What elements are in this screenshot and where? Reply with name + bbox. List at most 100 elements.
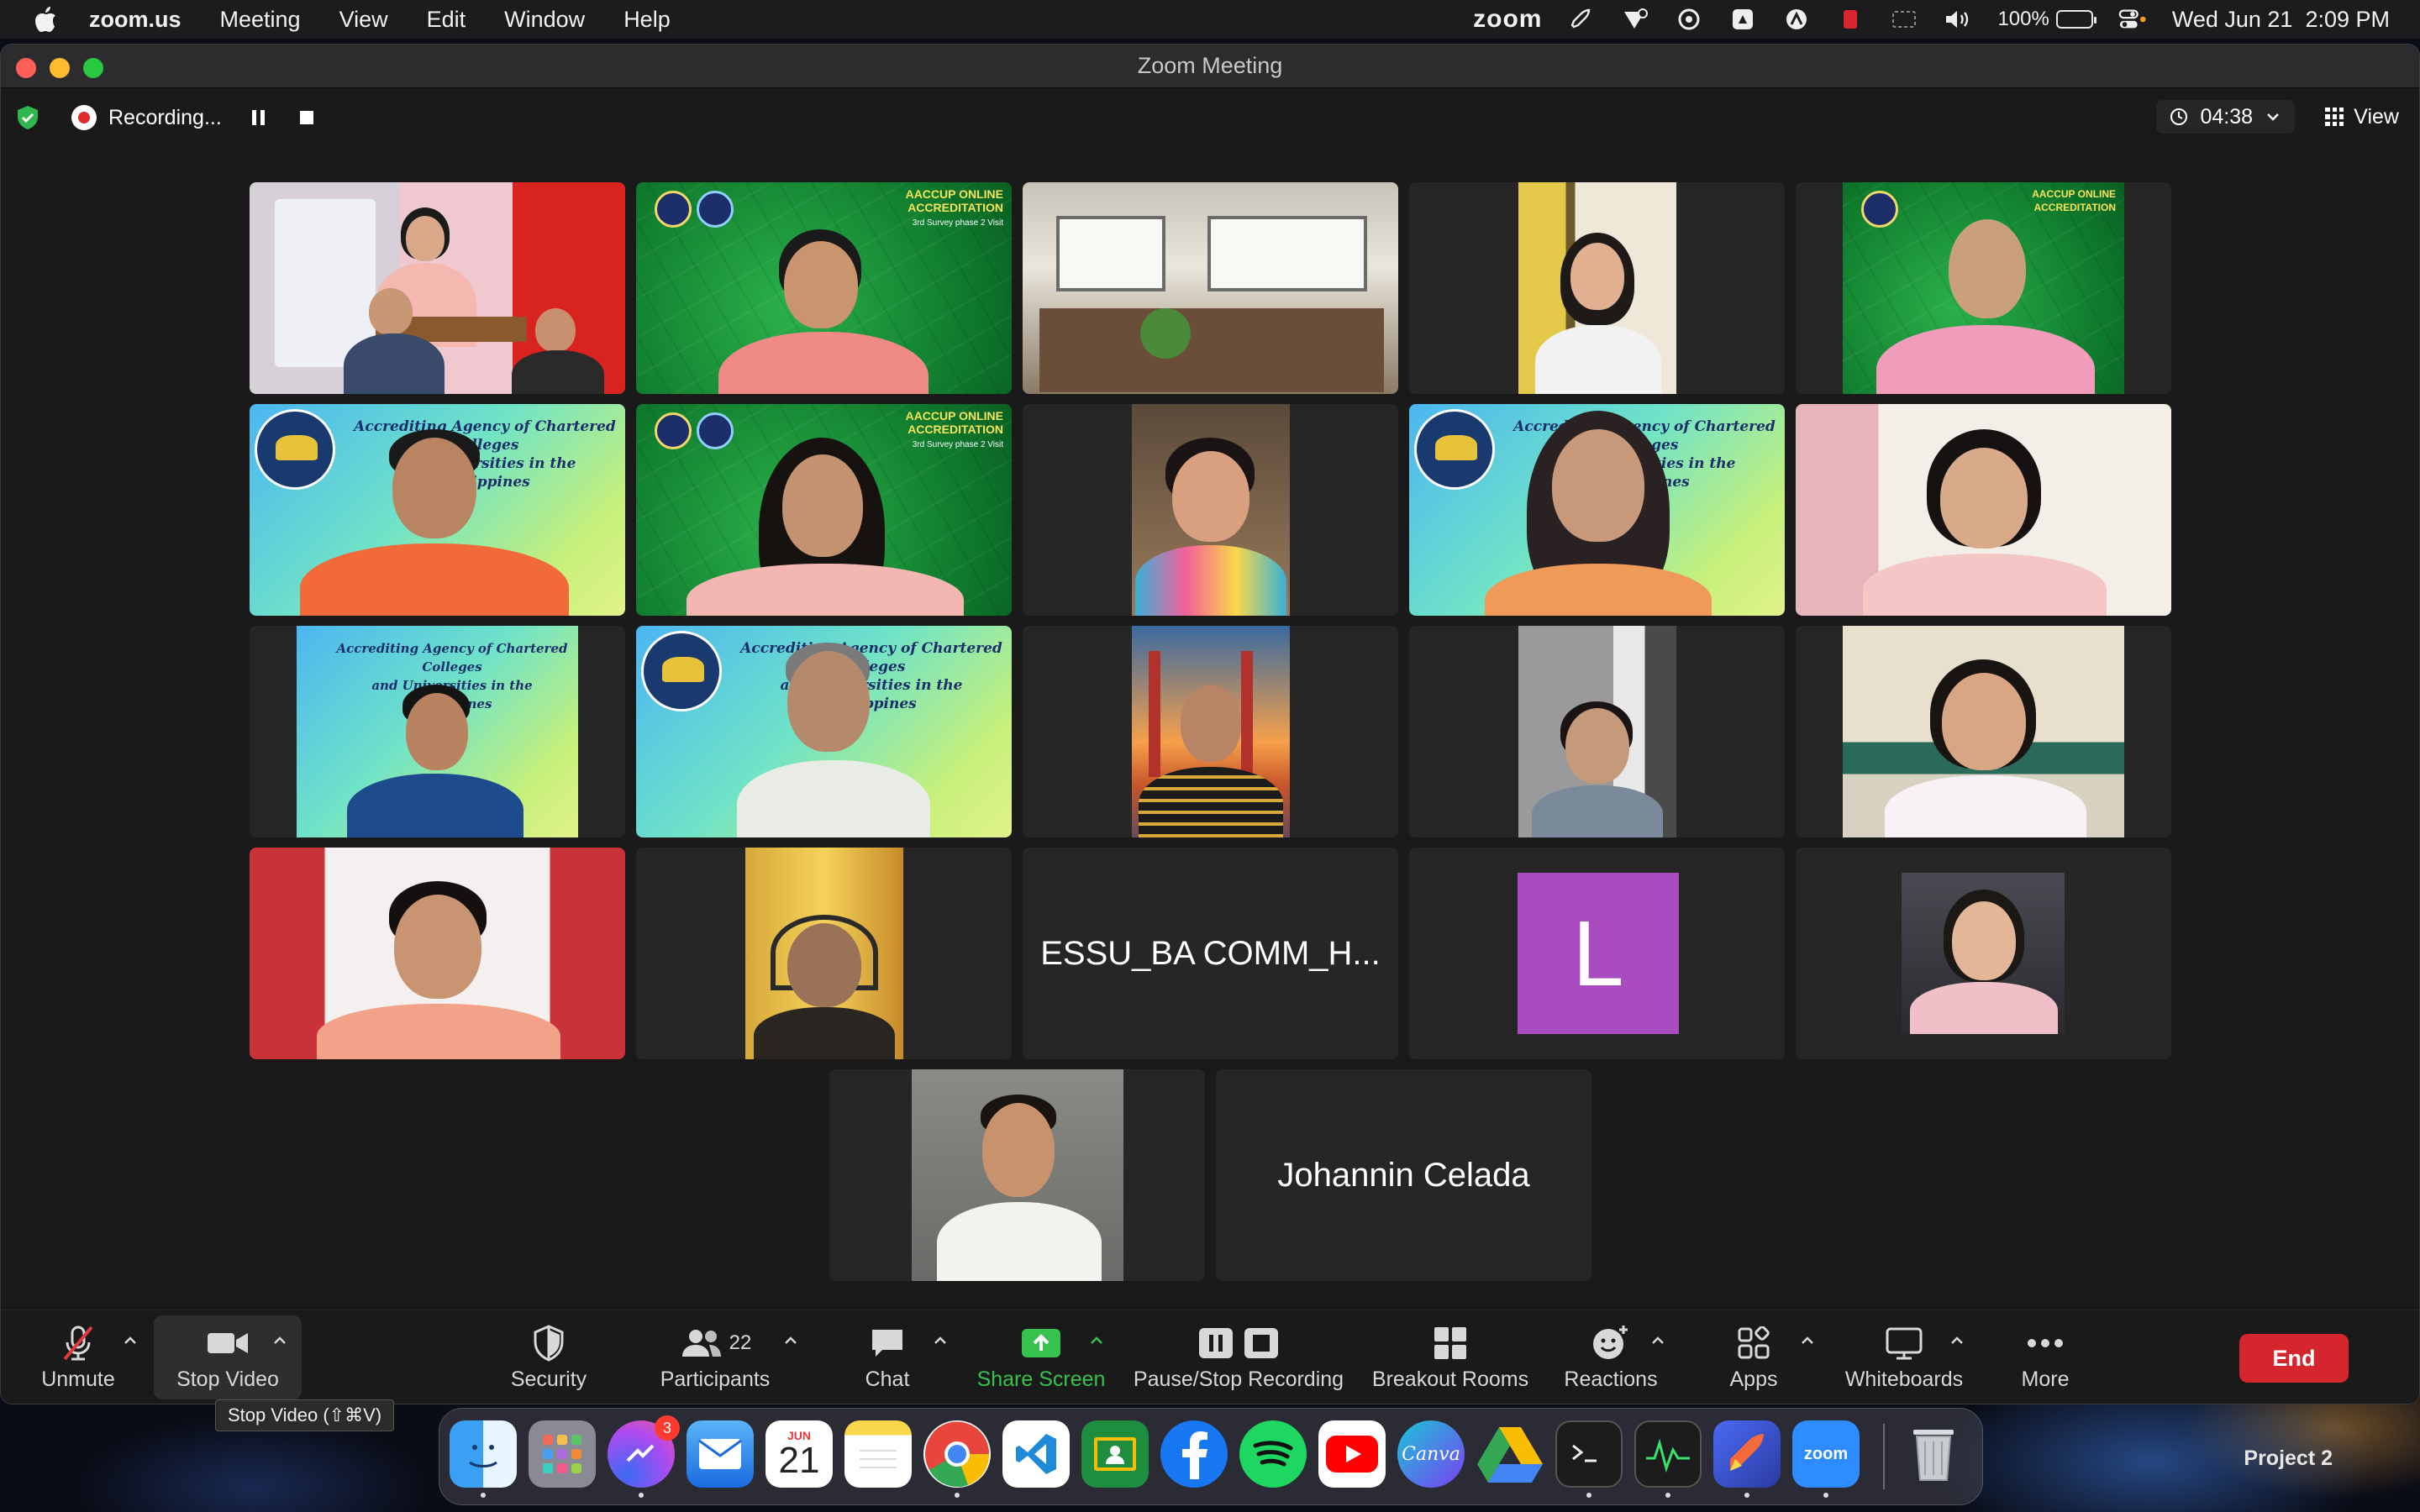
finder-icon[interactable]	[450, 1420, 517, 1488]
banner-text: Accrediting Agency of Chartered Colleges…	[740, 640, 1002, 712]
messenger-badge: 3	[655, 1415, 680, 1441]
drive-status-icon[interactable]	[1728, 7, 1757, 32]
person-body	[1885, 775, 2086, 837]
participant-tile[interactable]	[1023, 626, 1398, 837]
meeting-timer[interactable]: 04:38	[2156, 100, 2295, 134]
person-head	[1942, 673, 2026, 770]
participant-tile[interactable]	[829, 1069, 1205, 1281]
apps-options-chevron-icon[interactable]	[1799, 1332, 1816, 1349]
menu-edit[interactable]: Edit	[427, 7, 466, 33]
participant-tile[interactable]	[1796, 404, 2171, 616]
view-button[interactable]: View	[2325, 100, 2399, 134]
participant-tile[interactable]: Accrediting Agency of Chartered Colleges…	[1409, 404, 1785, 616]
mail-icon[interactable]	[687, 1420, 754, 1488]
audio-options-chevron-icon[interactable]	[122, 1332, 139, 1349]
participant-tile[interactable]	[1023, 182, 1398, 394]
apps-icon	[1737, 1324, 1770, 1362]
participant-tile[interactable]	[1796, 626, 2171, 837]
security-button[interactable]: Security	[498, 1310, 599, 1404]
share-screen-button[interactable]: Share Screen	[972, 1310, 1110, 1404]
more-button[interactable]: More	[2009, 1310, 2081, 1404]
participant-tile[interactable]	[1409, 182, 1785, 394]
fullscreen-window-button[interactable]	[83, 58, 103, 78]
running-indicator	[481, 1493, 486, 1498]
participant-tile[interactable]: Accrediting Agency of Chartered Colleges…	[636, 626, 1012, 837]
reactions-options-chevron-icon[interactable]	[1649, 1332, 1666, 1349]
vpn-status-icon[interactable]	[1621, 7, 1649, 32]
facebook-icon[interactable]	[1160, 1420, 1228, 1488]
participant-tile[interactable]	[1409, 626, 1785, 837]
google-classroom-icon[interactable]	[1081, 1420, 1149, 1488]
activity-monitor-icon[interactable]	[1634, 1420, 1702, 1488]
battery-icon	[2055, 10, 2096, 29]
chat-options-chevron-icon[interactable]	[932, 1332, 949, 1349]
breakout-rooms-button[interactable]: Breakout Rooms	[1370, 1310, 1530, 1404]
spotify-icon[interactable]	[1239, 1420, 1307, 1488]
launchpad-icon[interactable]	[529, 1420, 596, 1488]
terminal-icon[interactable]	[1555, 1420, 1623, 1488]
volume-icon[interactable]	[1944, 7, 1972, 32]
participants-options-chevron-icon[interactable]	[782, 1332, 799, 1349]
whiteboards-button[interactable]: Whiteboards	[1839, 1310, 1969, 1404]
menu-app-name[interactable]: zoom.us	[89, 7, 182, 33]
battery-app-icon[interactable]	[1836, 7, 1865, 32]
unmute-button[interactable]: Unmute	[34, 1310, 122, 1404]
share-options-chevron-icon[interactable]	[1088, 1332, 1105, 1349]
battery-indicator[interactable]: 100%	[1997, 8, 2096, 31]
vscode-icon[interactable]	[1002, 1420, 1070, 1488]
participant-tile[interactable]	[1796, 848, 2171, 1059]
menu-meeting[interactable]: Meeting	[220, 7, 301, 33]
reactions-button[interactable]: Reactions	[1557, 1310, 1665, 1404]
sync-status-icon[interactable]	[1675, 7, 1703, 32]
participant-tile-essu[interactable]: ESSU_BA COMM_H...	[1023, 848, 1398, 1059]
control-center-icon[interactable]	[2118, 7, 2147, 32]
stop-recording-icon[interactable]	[299, 111, 313, 124]
menu-help[interactable]: Help	[623, 7, 671, 33]
calendar-icon[interactable]: JUN 21	[765, 1420, 833, 1488]
screen-mirror-icon[interactable]	[1890, 7, 1918, 32]
minimize-window-button[interactable]	[50, 58, 70, 78]
chat-button[interactable]: Chat	[850, 1310, 925, 1404]
canva-icon[interactable]: Canva	[1397, 1420, 1465, 1488]
rocket-status-icon[interactable]	[1567, 7, 1596, 32]
participants-button[interactable]: 22 Participants	[648, 1310, 782, 1404]
pause-recording-icon[interactable]	[251, 110, 265, 125]
pause-stop-recording-button[interactable]: Pause/Stop Recording	[1132, 1310, 1345, 1404]
participant-tile[interactable]	[636, 848, 1012, 1059]
person-head	[1565, 708, 1629, 784]
participant-tile-johannin[interactable]: Johannin Celada	[1216, 1069, 1591, 1281]
participant-tile[interactable]	[250, 848, 625, 1059]
participant-tile[interactable]	[1023, 404, 1398, 616]
participant-tile-avatar[interactable]: L	[1409, 848, 1785, 1059]
share-screen-label: Share Screen	[976, 1367, 1106, 1391]
video-feed	[1796, 404, 2171, 616]
menu-view[interactable]: View	[339, 7, 388, 33]
stop-video-button[interactable]: Stop Video	[154, 1315, 302, 1399]
menu-bar-clock[interactable]: Wed Jun 21 2:09 PM	[2172, 7, 2390, 33]
participant-tile[interactable]: AACCUP ONLINE ACCREDITATION 3rd Survey pha…	[636, 182, 1012, 394]
participant-tile[interactable]: AACCUP ONLINE ACCREDITATION	[1796, 182, 2171, 394]
rocket-app-icon[interactable]	[1713, 1420, 1781, 1488]
trash-icon[interactable]	[1900, 1420, 1967, 1488]
google-drive-icon[interactable]	[1476, 1420, 1544, 1488]
desktop-folder-label[interactable]: Project 2	[2244, 1446, 2333, 1471]
participant-tile[interactable]: Accrediting Agency of Chartered Colleges…	[250, 404, 625, 616]
messenger-icon[interactable]: 3	[608, 1415, 680, 1488]
zoom-app-icon[interactable]: zoom	[1792, 1420, 1860, 1488]
chrome-icon[interactable]	[923, 1420, 991, 1488]
end-meeting-button[interactable]: End	[2239, 1334, 2349, 1383]
video-options-chevron-icon[interactable]	[271, 1332, 288, 1349]
participant-tile[interactable]: AACCUP ONLINE ACCREDITATION 3rd Survey pha…	[636, 404, 1012, 616]
youtube-icon[interactable]	[1318, 1420, 1386, 1488]
apps-button[interactable]: Apps	[1718, 1310, 1789, 1404]
apple-icon[interactable]	[34, 6, 59, 33]
menu-window[interactable]: Window	[504, 7, 585, 33]
participant-tile[interactable]: Accrediting Agency of Chartered Colleges…	[250, 626, 625, 837]
encryption-shield-icon[interactable]	[16, 105, 39, 130]
notes-icon[interactable]	[844, 1420, 912, 1488]
backup-status-icon[interactable]	[1782, 7, 1811, 32]
zoom-status-item[interactable]: zoom	[1473, 5, 1542, 34]
close-window-button[interactable]	[16, 58, 36, 78]
participant-tile-active-speaker[interactable]	[250, 182, 625, 394]
whiteboards-options-chevron-icon[interactable]	[1949, 1332, 1965, 1349]
